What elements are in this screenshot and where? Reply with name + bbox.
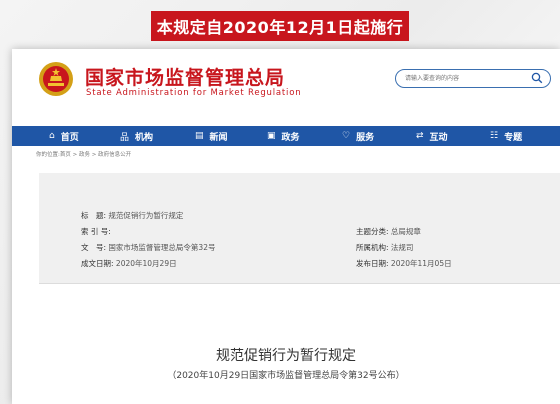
- meta-label: 成文日期:: [81, 259, 114, 268]
- meta-label: 所属机构:: [356, 243, 389, 252]
- nav-label: 政务: [281, 132, 300, 143]
- meta-label: 主题分类:: [356, 227, 389, 236]
- affairs-icon: ▣: [267, 131, 276, 141]
- meta-value: 国家市场监督管理总局令第32号: [108, 243, 216, 252]
- site-title[interactable]: 国家市场监督管理总局: [85, 63, 285, 90]
- meta-label: 索 引 号:: [81, 227, 111, 236]
- nav-label: 首页: [60, 132, 79, 143]
- nav-item-interact[interactable]: ⇄ 互动: [416, 126, 448, 146]
- meta-value: 法规司: [390, 243, 414, 252]
- webpage-screenshot: 国家市场监督管理总局 State Administration for Mark…: [12, 49, 560, 404]
- meta-value: 总局规章: [390, 227, 421, 236]
- news-icon: ▤: [195, 131, 204, 141]
- home-icon: ⌂: [49, 131, 55, 141]
- meta-value: 2020年10月29日: [115, 259, 177, 268]
- meta-label: 标 题:: [81, 211, 107, 220]
- meta-value: 2020年11月05日: [390, 259, 452, 268]
- meta-topic: 主题分类: 总局规章: [356, 226, 421, 237]
- topic-icon: ☷: [490, 131, 499, 141]
- nav-item-org[interactable]: 品机构: [120, 126, 153, 146]
- search-input[interactable]: [405, 72, 525, 85]
- search-icon[interactable]: [531, 72, 543, 84]
- site-subtitle: State Administration for Market Regulati…: [86, 88, 302, 98]
- document-metadata: 标 题: 规范促销行为暂行规定 索 引 号: 主题分类: 总局规章 文 号: 国…: [39, 173, 560, 283]
- nav-item-news[interactable]: ▤ 新闻: [195, 126, 228, 146]
- document-subtitle: （2020年10月29日国家市场监督管理总局令第32号公布）: [167, 371, 405, 381]
- nav-item-affairs[interactable]: ▣ 政务: [267, 126, 300, 146]
- national-emblem-icon: [39, 62, 73, 96]
- meta-org: 所属机构: 法规司: [356, 242, 413, 253]
- effective-date-banner: 本规定自2020年12月1日起施行: [151, 11, 409, 41]
- interact-icon: ⇄: [416, 131, 424, 141]
- breadcrumb[interactable]: 你的位置:首页 > 政务 > 政府信息公开: [36, 150, 131, 158]
- main-nav: ⌂ 首页 品机构 ▤ 新闻 ▣ 政务 ♡ 服务 ⇄ 互动 ☷ 专题: [12, 126, 560, 146]
- search-box[interactable]: [395, 69, 551, 88]
- nav-label: 新闻: [209, 132, 228, 143]
- nav-item-home[interactable]: ⌂ 首页: [49, 126, 79, 146]
- document-title: 规范促销行为暂行规定: [216, 348, 356, 364]
- divider: [39, 283, 560, 284]
- meta-title: 标 题: 规范促销行为暂行规定: [81, 210, 183, 221]
- meta-pubdate: 发布日期: 2020年11月05日: [356, 258, 452, 269]
- nav-label: 互动: [429, 132, 448, 143]
- nav-label: 专题: [504, 132, 523, 143]
- meta-date: 成文日期: 2020年10月29日: [81, 258, 177, 269]
- meta-index: 索 引 号:: [81, 226, 111, 237]
- service-icon: ♡: [342, 131, 351, 141]
- nav-item-topic[interactable]: ☷ 专题: [490, 126, 522, 146]
- nav-label: 服务: [356, 132, 375, 143]
- meta-docno: 文 号: 国家市场监督管理总局令第32号: [81, 242, 215, 253]
- nav-label: 机构: [135, 132, 154, 143]
- meta-label: 文 号:: [81, 243, 107, 252]
- meta-value: 规范促销行为暂行规定: [108, 211, 184, 220]
- nav-item-service[interactable]: ♡ 服务: [342, 126, 374, 146]
- meta-label: 发布日期:: [356, 259, 389, 268]
- site-header: 国家市场监督管理总局 State Administration for Mark…: [12, 49, 560, 117]
- org-icon: 品: [120, 132, 130, 143]
